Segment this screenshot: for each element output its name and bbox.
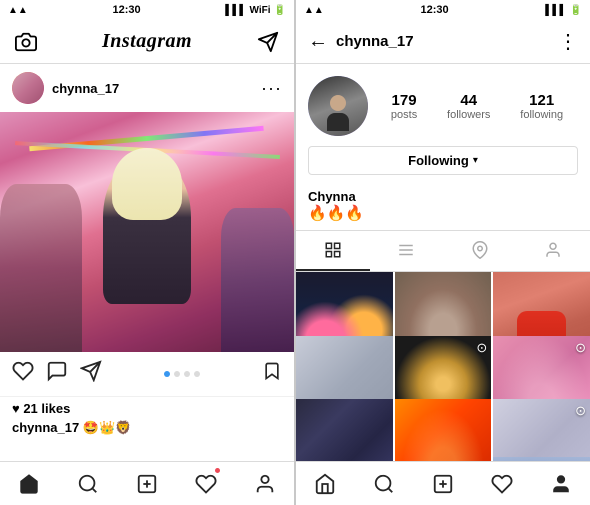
profile-nav-username: chynna_17 — [336, 33, 550, 50]
profile-more-button[interactable]: ⋮ — [558, 29, 578, 54]
dot-4 — [194, 371, 200, 377]
nav-add-left[interactable] — [118, 462, 177, 505]
grid-cell-8[interactable] — [395, 399, 492, 461]
profile-name-section: Chynna 🔥🔥🔥 — [296, 183, 590, 226]
post-header: chynna_17 ··· — [0, 64, 294, 112]
grid-cell-7[interactable] — [296, 399, 393, 461]
tab-grid[interactable] — [296, 231, 370, 271]
following-btn-row: Following ▾ — [308, 146, 578, 175]
battery-icon-right: 🔋 — [570, 5, 582, 16]
nav-search-left[interactable] — [59, 462, 118, 505]
status-icons-right: ▌▌▌ 🔋 — [545, 5, 582, 16]
nav-search-right[interactable] — [355, 462, 414, 505]
comment-button[interactable] — [46, 360, 68, 388]
video-icon-6: ⊙ — [575, 340, 586, 356]
status-bar-left: ▲▲ 12:30 ▌▌▌ WiFi 🔋 — [0, 0, 294, 20]
following-button[interactable]: Following ▾ — [308, 146, 578, 175]
video-icon-9: ⊙ — [575, 403, 586, 419]
nav-profile-left[interactable] — [235, 462, 294, 505]
post-info: ♥ 21 likes chynna_17 🤩👑🦁 — [0, 397, 294, 461]
status-icons-left: ▌▌▌ WiFi 🔋 — [225, 5, 286, 16]
followers-count: 44 — [460, 92, 477, 109]
signal-left-right: ▲▲ — [304, 5, 324, 16]
profile-display-name: Chynna — [308, 189, 578, 204]
video-icon-5: ⊙ — [476, 340, 487, 356]
like-button[interactable] — [12, 360, 34, 388]
avatar-person-silhouette — [327, 95, 349, 131]
posts-count: 179 — [392, 92, 417, 109]
posts-label: posts — [391, 109, 417, 121]
nav-heart-left[interactable] — [176, 462, 235, 505]
likes-count[interactable]: ♥ 21 likes — [12, 401, 282, 416]
nav-profile-right[interactable] — [531, 462, 590, 505]
dot-2 — [174, 371, 180, 377]
tab-list[interactable] — [370, 231, 444, 271]
nav-home-left[interactable] — [0, 462, 59, 505]
post-username[interactable]: chynna_17 — [52, 81, 253, 96]
post-caption: chynna_17 🤩👑🦁 — [12, 420, 282, 436]
nav-heart-right[interactable] — [472, 462, 531, 505]
back-button[interactable]: ← — [308, 30, 328, 53]
carousel-indicator — [114, 371, 250, 377]
grid-cell-9[interactable]: ⊙ — [493, 399, 590, 461]
instagram-logo: Instagram — [102, 30, 192, 53]
send-icon[interactable] — [254, 28, 282, 56]
caption-username[interactable]: chynna_17 — [12, 420, 79, 435]
following-label: following — [520, 109, 563, 121]
profile-top-nav: ← chynna_17 ⋮ — [296, 20, 590, 64]
post-actions — [0, 352, 294, 397]
chevron-down-icon: ▾ — [473, 155, 478, 166]
followers-label: followers — [447, 109, 490, 121]
profile-emojis: 🔥🔥🔥 — [308, 204, 578, 222]
right-phone: ▲▲ 12:30 ▌▌▌ 🔋 ← chynna_17 ⋮ 179 — [296, 0, 590, 505]
grid-tabs — [296, 230, 590, 272]
bottom-nav-left — [0, 461, 294, 505]
time-left: 12:30 — [112, 4, 140, 16]
camera-icon[interactable] — [12, 28, 40, 56]
caption-emojis: 🤩👑🦁 — [83, 420, 132, 435]
signal-icon: ▌▌▌ — [225, 5, 246, 16]
stat-following: 121 following — [520, 92, 563, 121]
battery-icon: 🔋 — [274, 5, 286, 16]
following-count: 121 — [529, 92, 554, 109]
profile-avatar — [308, 76, 368, 136]
notification-badge — [215, 468, 220, 473]
wifi-signal-icon: ▲▲ — [8, 5, 28, 16]
nav-home-right[interactable] — [296, 462, 355, 505]
profile-header: 179 posts 44 followers 121 following Fol… — [296, 64, 590, 183]
post-avatar[interactable] — [12, 72, 44, 104]
time-right: 12:30 — [420, 4, 448, 16]
photo-grid: ⊙ ⊙ ⊙ — [296, 272, 590, 461]
stat-posts: 179 posts — [391, 92, 417, 121]
wifi-icon: WiFi — [250, 5, 271, 16]
tab-tagged[interactable] — [517, 231, 590, 271]
top-nav-left: Instagram — [0, 20, 294, 64]
status-bar-right: ▲▲ 12:30 ▌▌▌ 🔋 — [296, 0, 590, 20]
signal-icon-right: ▌▌▌ — [545, 5, 566, 16]
tab-location[interactable] — [443, 231, 517, 271]
stats-group: 179 posts 44 followers 121 following — [376, 92, 578, 121]
post-image — [0, 112, 294, 352]
following-btn-label: Following — [408, 153, 469, 168]
profile-stats-row: 179 posts 44 followers 121 following — [308, 76, 578, 136]
dot-1 — [164, 371, 170, 377]
dot-3 — [184, 371, 190, 377]
save-button[interactable] — [262, 360, 282, 388]
bottom-nav-right — [296, 461, 590, 505]
left-phone: ▲▲ 12:30 ▌▌▌ WiFi 🔋 Instagram chynna_1 — [0, 0, 294, 505]
share-button[interactable] — [80, 360, 102, 388]
post-options-button[interactable]: ··· — [261, 78, 282, 99]
nav-add-right[interactable] — [414, 462, 473, 505]
stat-followers: 44 followers — [447, 92, 490, 121]
